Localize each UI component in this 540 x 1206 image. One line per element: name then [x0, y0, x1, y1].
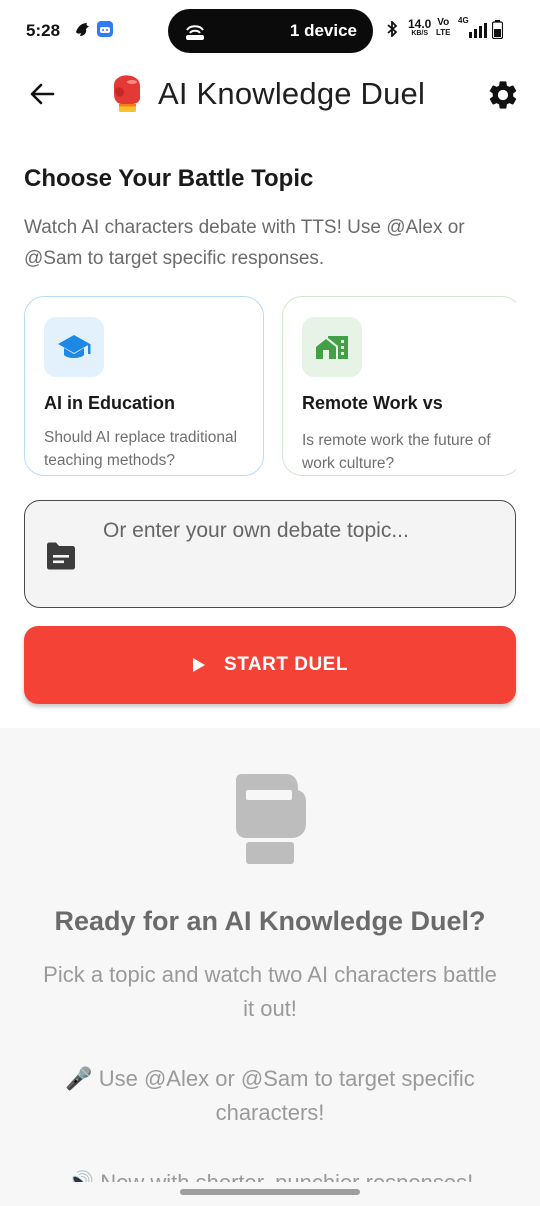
boxing-glove-icon — [236, 774, 306, 864]
hotspot-pill[interactable]: 1 device — [168, 9, 373, 53]
hotspot-device-count: 1 device — [289, 21, 357, 40]
network-speed: 14.0 KB/S — [408, 18, 431, 38]
topic-card-title: AI in Education — [44, 393, 176, 413]
topic-card-subtitle: Should AI replace traditional teaching m… — [44, 429, 238, 469]
empty-state-tip: 🎤 Use @Alex or @Sam to target specific c… — [65, 1066, 475, 1125]
topic-card-title: Remote Work vs — [302, 393, 443, 413]
back-arrow-icon[interactable] — [28, 80, 56, 108]
hotspot-icon — [186, 25, 204, 40]
battery-icon — [492, 20, 503, 39]
empty-state-tip-secondary: 🔊 Now with shorter, punchier responses! — [40, 1166, 500, 1182]
notification-bird-icon — [76, 23, 89, 36]
app-bar: AI Knowledge Duel — [0, 62, 540, 128]
topic-document-icon — [47, 542, 75, 570]
custom-topic-input[interactable] — [103, 519, 498, 543]
empty-state-title: Ready for an AI Knowledge Duel? — [54, 906, 486, 936]
signal-strength-icon — [469, 23, 487, 38]
empty-state-description: Pick a topic and watch two AI characters… — [43, 962, 497, 1021]
start-duel-button[interactable]: START DUEL — [24, 626, 516, 704]
bluetooth-icon — [387, 21, 398, 37]
play-icon — [193, 658, 206, 672]
topic-card-ai-education[interactable]: AI in Education Should AI replace tradit… — [24, 296, 264, 476]
volte-bottom: LTE — [436, 28, 451, 37]
boxing-glove-emoji-icon — [114, 75, 140, 112]
topic-card-carousel[interactable]: AI in Education Should AI replace tradit… — [24, 296, 516, 476]
gear-icon[interactable] — [486, 78, 520, 112]
topic-card-subtitle: Is remote work the future of work cultur… — [302, 432, 491, 472]
volte-indicator: Vo LTE — [436, 18, 451, 38]
empty-state-panel: Ready for an AI Knowledge Duel? Pick a t… — [0, 728, 540, 1206]
notification-app-icon — [97, 21, 113, 37]
card-icon-container — [44, 317, 104, 377]
network-speed-value: 14.0 — [408, 17, 432, 31]
custom-topic-field[interactable] — [24, 500, 516, 608]
topic-section-heading: Choose Your Battle Topic — [24, 165, 314, 192]
network-speed-unit: KB/S — [411, 30, 429, 37]
status-time: 5:28 — [26, 21, 61, 40]
topic-section-description: Watch AI characters debate with TTS! Use… — [24, 217, 465, 269]
card-icon-container — [302, 317, 362, 377]
status-bar: 5:28 1 device 14.0 KB/S Vo LTE 4G — [0, 0, 540, 62]
volte-top: Vo — [437, 17, 450, 28]
gesture-home-bar[interactable] — [180, 1189, 360, 1195]
page-title: AI Knowledge Duel — [158, 76, 426, 111]
topic-card-remote-work[interactable]: Remote Work vs Is remote work the future… — [282, 296, 516, 476]
start-duel-label: START DUEL — [224, 654, 348, 675]
home-work-icon — [316, 336, 348, 359]
app-title-group: AI Knowledge Duel — [110, 74, 425, 114]
graduation-cap-icon — [58, 335, 91, 358]
